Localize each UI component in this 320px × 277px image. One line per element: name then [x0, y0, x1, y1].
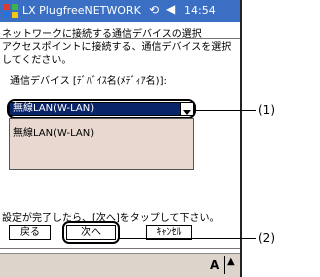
callout-2-highlight: [62, 221, 120, 244]
callout-1-label: (1): [258, 103, 275, 117]
app-title: LX PlugfreeNETWORK: [22, 4, 141, 17]
clock[interactable]: 14:54: [184, 4, 216, 17]
bottom-bar: A ▲: [0, 253, 240, 277]
back-button[interactable]: 戻る: [9, 225, 51, 240]
speaker-icon[interactable]: ◀: [166, 2, 175, 16]
divider: [0, 38, 240, 39]
list-item[interactable]: 無線LAN(W-LAN): [13, 124, 94, 139]
pda-screen: LX PlugfreeNETWORK ⟲ ◀ 14:54 ネットワークに接続する…: [0, 0, 242, 277]
windows-start-icon[interactable]: [3, 3, 19, 19]
dialog-description: アクセスポイントに接続する、通信デバイスを選択してください。: [2, 42, 232, 66]
input-method-button[interactable]: A: [210, 258, 219, 272]
sync-icon[interactable]: ⟲: [149, 3, 159, 17]
divider: [0, 248, 240, 249]
device-list[interactable]: 無線LAN(W-LAN): [9, 118, 194, 170]
device-label: 通信デバイス [ﾃﾞﾊﾞｲｽ名(ﾒﾃﾞｨｱ名)]:: [10, 76, 167, 87]
callout-1-leader: [196, 110, 256, 111]
up-arrow-icon[interactable]: ▲: [224, 256, 235, 274]
callout-2-leader: [118, 238, 256, 239]
callout-1-highlight: [7, 99, 196, 119]
callout-2-label: (2): [258, 231, 275, 245]
title-bar: LX PlugfreeNETWORK ⟲ ◀ 14:54: [0, 0, 240, 22]
